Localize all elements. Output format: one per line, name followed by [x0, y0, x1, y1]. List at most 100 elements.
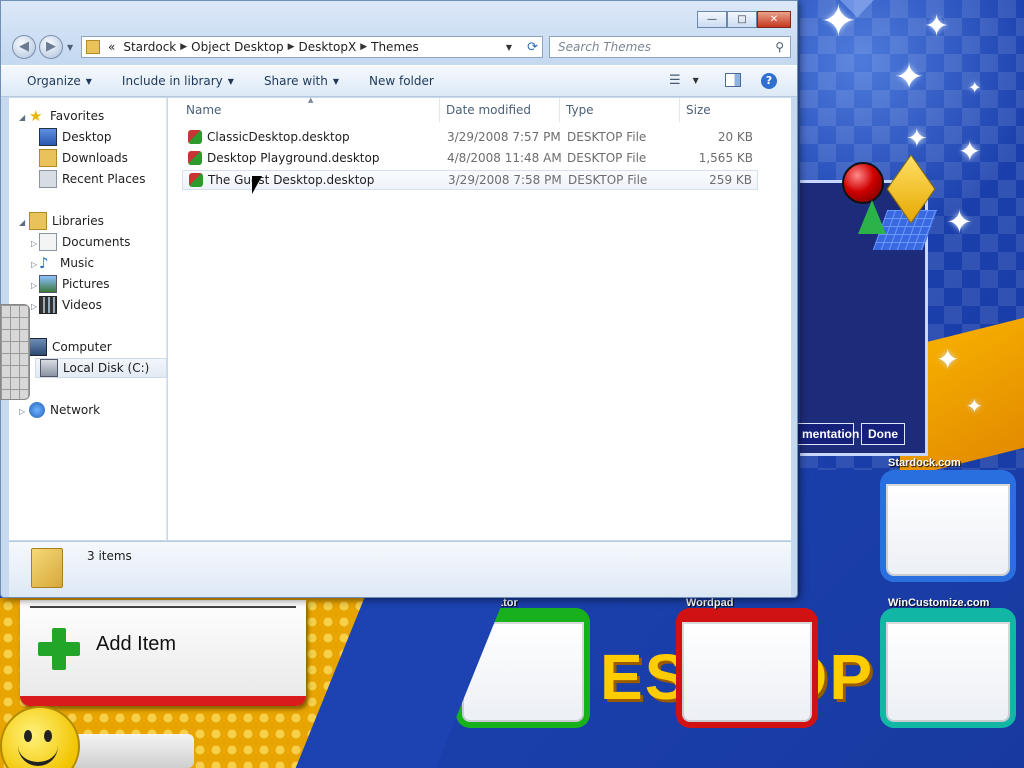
star-icon: ✦: [946, 203, 973, 241]
caption-buttons: — □ ✕: [697, 11, 791, 28]
add-item-label: Add Item: [96, 633, 177, 655]
nav-documents-label: Documents: [62, 235, 131, 249]
green-pyramid-icon: [858, 200, 886, 234]
tile-wordpad-label: Wordpad: [686, 597, 734, 609]
new-folder-button[interactable]: New folder: [369, 74, 434, 88]
nav-desktop-label: Desktop: [62, 130, 112, 144]
search-icon[interactable]: ⚲: [775, 40, 784, 54]
file-size: 259 KB: [709, 173, 752, 187]
file-type: DESKTOP File: [567, 130, 647, 144]
folder-icon: [86, 40, 100, 54]
address-bar[interactable]: « Stardock ▶ Object Desktop ▶ DesktopX ▶…: [81, 36, 543, 58]
item-count: 3 items: [87, 549, 132, 563]
share-with-menu[interactable]: Share with ▼: [264, 74, 339, 88]
collapse-arrow-icon[interactable]: ◢: [19, 113, 25, 122]
expand-arrow-icon[interactable]: ▷: [19, 407, 25, 416]
file-type: DESKTOP File: [567, 151, 647, 165]
breadcrumb-desktopx[interactable]: DesktopX: [298, 40, 356, 54]
nav-documents[interactable]: Documents: [39, 232, 130, 252]
nav-pictures-label: Pictures: [62, 277, 110, 291]
minimize-button[interactable]: —: [697, 11, 727, 28]
breadcrumb-themes[interactable]: Themes: [371, 40, 419, 54]
hard-disk-icon: [40, 359, 58, 377]
add-item-button[interactable]: Add Item: [20, 600, 306, 706]
plus-icon: [38, 628, 80, 670]
file-row[interactable]: ClassicDesktop.desktop 3/29/2008 7:57 PM…: [182, 128, 758, 148]
file-name: Desktop Playground.desktop: [207, 151, 380, 165]
nav-videos[interactable]: Videos: [39, 295, 102, 315]
nav-network-label: Network: [50, 403, 101, 417]
nav-pictures[interactable]: Pictures: [39, 274, 110, 294]
address-overflow[interactable]: «: [108, 40, 115, 54]
tile-wincustomize-label: WinCustomize.com: [888, 597, 990, 609]
file-name: ClassicDesktop.desktop: [207, 130, 350, 144]
column-header-date-modified[interactable]: Date modified: [440, 98, 560, 122]
mouse-cursor: [252, 176, 262, 194]
nav-recent-places[interactable]: Recent Places: [39, 169, 145, 189]
views-icon: ☰: [669, 73, 681, 88]
documentation-button[interactable]: mentation: [796, 423, 859, 445]
column-header-type[interactable]: Type: [560, 98, 680, 122]
breadcrumb-chevron-icon[interactable]: ▶: [180, 42, 187, 52]
expand-arrow-icon[interactable]: ▷: [31, 302, 37, 311]
expand-arrow-icon[interactable]: ▷: [31, 260, 37, 269]
star-icon: ✦: [966, 394, 983, 418]
breadcrumb-chevron-icon[interactable]: ▶: [360, 42, 367, 52]
breadcrumb-stardock[interactable]: Stardock: [123, 40, 176, 54]
chevron-down-icon: ▼: [692, 76, 699, 85]
forward-button[interactable]: ▶: [39, 35, 63, 59]
file-date: 4/8/2008 11:48 AM: [447, 151, 562, 165]
preview-pane-icon: [725, 73, 741, 87]
help-button[interactable]: ?: [761, 73, 777, 89]
collapse-arrow-icon[interactable]: ◢: [19, 218, 25, 227]
column-header-name[interactable]: Name: [180, 98, 440, 122]
secondary-card[interactable]: [72, 734, 194, 768]
nav-downloads[interactable]: Downloads: [39, 148, 128, 168]
include-in-library-menu[interactable]: Include in library ▼: [122, 74, 234, 88]
command-bar: Organize ▼ Include in library ▼ Share with…: [1, 65, 797, 97]
breadcrumb-chevron-icon[interactable]: ▶: [288, 42, 295, 52]
column-header-size[interactable]: Size: [680, 98, 760, 122]
close-button[interactable]: ✕: [757, 11, 791, 28]
nav-videos-label: Videos: [62, 298, 102, 312]
maximize-button[interactable]: □: [727, 11, 757, 28]
nav-downloads-label: Downloads: [62, 151, 128, 165]
file-row[interactable]: Desktop Playground.desktop 4/8/2008 11:4…: [182, 149, 758, 169]
expand-arrow-icon[interactable]: ▷: [31, 239, 37, 248]
star-icon: ✦: [820, 0, 857, 47]
help-icon: ?: [761, 73, 777, 89]
desktop-file-icon: [188, 151, 202, 165]
tile-stardock[interactable]: [880, 470, 1016, 582]
music-icon: ♪: [39, 254, 49, 272]
pictures-icon: [39, 275, 57, 293]
nav-libraries[interactable]: Libraries: [29, 211, 104, 231]
back-arrow-icon: ◀: [19, 39, 29, 54]
done-button[interactable]: Done: [861, 423, 905, 445]
preview-pane-button[interactable]: [725, 73, 741, 87]
nav-favorites[interactable]: ★ Favorites: [29, 106, 104, 126]
address-dropdown-icon[interactable]: ▼: [506, 43, 512, 52]
recent-pages-dropdown[interactable]: ▼: [67, 43, 73, 52]
search-placeholder: Search Themes: [558, 40, 651, 54]
star-icon: ✦: [936, 343, 960, 376]
nav-local-disk[interactable]: Local Disk (C:): [35, 358, 167, 378]
keypad-gadget[interactable]: [0, 304, 30, 400]
back-button[interactable]: ◀: [12, 35, 36, 59]
breadcrumb-object-desktop[interactable]: Object Desktop: [191, 40, 283, 54]
file-row[interactable]: The Guest Desktop.desktop 3/29/2008 7:58…: [182, 170, 758, 190]
nav-computer[interactable]: Computer: [29, 337, 112, 357]
expand-arrow-icon[interactable]: ▷: [31, 281, 37, 290]
search-input[interactable]: Search Themes ⚲: [549, 36, 791, 58]
nav-music[interactable]: ♪ Music: [39, 253, 94, 273]
organize-menu[interactable]: Organize ▼: [27, 74, 92, 88]
nav-network[interactable]: Network: [29, 400, 100, 420]
chevron-down-icon: ▼: [227, 76, 234, 86]
chevron-down-icon: ▼: [85, 76, 92, 86]
tile-wordpad[interactable]: [676, 608, 818, 728]
refresh-icon[interactable]: ⟳: [527, 40, 538, 55]
nav-computer-label: Computer: [52, 340, 112, 354]
nav-desktop[interactable]: Desktop: [39, 127, 112, 147]
views-button[interactable]: ☰ ▼: [669, 73, 699, 88]
tile-wincustomize[interactable]: [880, 608, 1016, 728]
nav-local-disk-label: Local Disk (C:): [63, 361, 150, 375]
